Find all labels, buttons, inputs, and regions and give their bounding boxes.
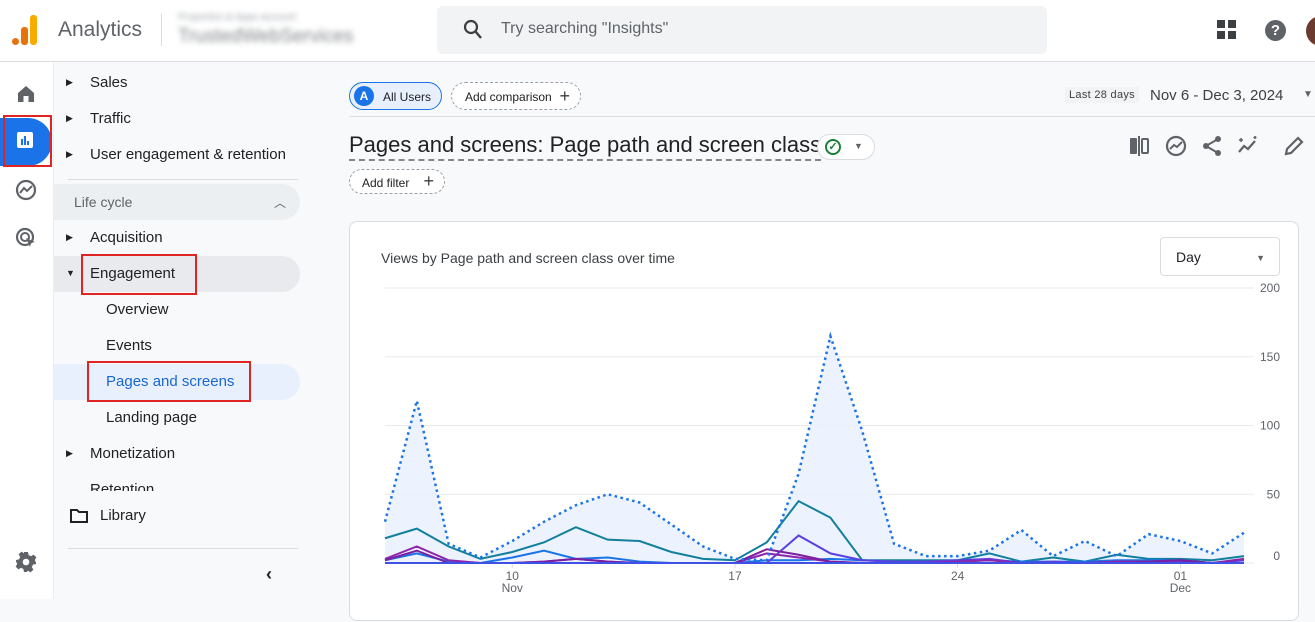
plus-icon: + xyxy=(423,171,434,191)
caret-right-icon: ▶ xyxy=(66,448,73,458)
chart-card: 0 50 100 150 200 10 Nov 17 24 01 Dec Views by Page… xyxy=(349,221,1299,621)
add-filter-button[interactable]: Add filter + xyxy=(349,169,445,194)
analytics-logo[interactable] xyxy=(12,15,38,45)
add-comparison-button[interactable]: Add comparison + xyxy=(451,82,581,110)
segment-label: All Users xyxy=(383,90,432,104)
y-tick-label: 0 xyxy=(1273,549,1280,563)
x-tick-sublabel: Nov xyxy=(502,581,523,595)
nav-item-landing-page[interactable]: Landing page xyxy=(54,400,300,436)
nav-item-traffic[interactable]: ▶ Traffic xyxy=(54,101,300,137)
nav-label: Landing page xyxy=(106,409,197,426)
nav-item-events[interactable]: Events xyxy=(54,328,300,364)
date-range-picker[interactable]: Nov 6 - Dec 3, 2024 xyxy=(1150,87,1283,104)
caret-right-icon: ▶ xyxy=(66,149,73,159)
compare-columns-icon[interactable] xyxy=(1127,134,1151,158)
x-tick-label: 17 xyxy=(728,569,742,583)
avatar[interactable] xyxy=(1306,16,1315,46)
nav-label: Overview xyxy=(106,301,169,318)
caret-right-icon: ▶ xyxy=(66,232,73,242)
app-name: Analytics xyxy=(58,18,143,41)
granularity-value: Day xyxy=(1176,249,1201,265)
nav-item-monetization[interactable]: ▶ Monetization xyxy=(54,436,300,472)
x-tick-label: 24 xyxy=(951,569,965,583)
nav-label: Events xyxy=(106,337,152,354)
y-tick-label: 50 xyxy=(1267,487,1281,501)
left-rail xyxy=(0,62,53,599)
share-icon[interactable] xyxy=(1200,134,1224,158)
total-area xyxy=(385,336,1244,563)
divider xyxy=(161,14,162,46)
search-bar[interactable]: Try searching "Insights" xyxy=(437,6,1047,54)
date-preset-tag: Last 28 days xyxy=(1065,87,1139,103)
help-icon[interactable]: ? xyxy=(1265,20,1286,41)
segment-badge: A xyxy=(354,86,374,106)
page-title[interactable]: Pages and screens: Page path and screen … xyxy=(349,132,822,161)
home-icon[interactable] xyxy=(14,82,38,106)
divider xyxy=(68,179,298,180)
settings-gear-icon[interactable] xyxy=(14,550,38,574)
nav-item-retention[interactable]: Retention xyxy=(90,481,190,491)
y-tick-label: 150 xyxy=(1260,350,1280,364)
account-selector[interactable]: Properties & Apps account TrustedWebServ… xyxy=(178,10,418,50)
nav-label: Acquisition xyxy=(90,229,163,246)
nav-label: Traffic xyxy=(90,110,131,127)
chevron-up-icon: ︿ xyxy=(273,196,286,210)
nav-label: Sales xyxy=(90,74,128,91)
edit-pencil-icon[interactable] xyxy=(1282,134,1306,158)
divider xyxy=(349,116,1315,117)
y-tick-label: 100 xyxy=(1260,419,1280,433)
line-chart: 05010015020010Nov17 24 01Dec xyxy=(383,281,1281,595)
report-content: A All Users Add comparison + Last 28 day… xyxy=(315,62,1315,621)
insights-icon[interactable] xyxy=(1164,134,1188,158)
add-filter-label: Add filter xyxy=(362,176,410,190)
nav-item-acquisition[interactable]: ▶ Acquisition xyxy=(54,220,300,256)
highlight-box xyxy=(3,115,52,167)
granularity-select[interactable]: Day ▼ xyxy=(1160,237,1280,276)
nav-label: Library xyxy=(100,507,146,524)
reports-nav: ▶ Sales ▶ Traffic ▶ User engagement & reten… xyxy=(53,62,315,599)
highlight-box xyxy=(81,254,197,295)
section-label: Life cycle xyxy=(74,194,133,210)
caret-right-icon: ▶ xyxy=(66,113,73,123)
apps-grid-icon[interactable] xyxy=(1217,20,1237,40)
caret-down-icon: ▼ xyxy=(1256,253,1265,263)
highlight-box xyxy=(87,361,251,402)
explore-icon[interactable] xyxy=(14,178,38,202)
account-name: Properties & Apps account xyxy=(178,12,296,23)
caret-right-icon: ▶ xyxy=(66,77,73,87)
nav-label: Monetization xyxy=(90,445,176,462)
advertising-icon[interactable] xyxy=(14,226,38,250)
search-icon xyxy=(463,19,482,39)
collapse-nav-chevron-left-icon[interactable]: ‹ xyxy=(266,564,272,585)
folder-icon xyxy=(70,509,88,523)
segment-all-users-chip[interactable]: A All Users xyxy=(349,82,442,110)
check-circle-icon: ✓ xyxy=(825,139,841,155)
nav-section-life-cycle[interactable]: Life cycle ︿ xyxy=(54,184,300,220)
caret-down-icon: ▼ xyxy=(66,268,75,278)
caret-down-icon: ▼ xyxy=(854,141,863,151)
x-tick-sublabel: Dec xyxy=(1170,581,1191,595)
trend-sparkle-icon[interactable] xyxy=(1236,134,1260,158)
nav-item-overview[interactable]: Overview xyxy=(54,292,300,328)
divider xyxy=(68,548,298,549)
chart-title: Views by Page path and screen class over… xyxy=(381,250,675,266)
top-bar: Analytics Properties & Apps account Trus… xyxy=(0,0,1315,62)
nav-label: User engagement & retention xyxy=(90,146,286,163)
add-comparison-label: Add comparison xyxy=(465,90,552,104)
caret-down-icon[interactable]: ▼ xyxy=(1303,89,1313,100)
report-status-dropdown[interactable]: ✓ ▼ xyxy=(817,134,875,160)
plus-icon: + xyxy=(559,86,570,106)
nav-item-sales[interactable]: ▶ Sales xyxy=(54,65,300,101)
property-name: TrustedWebServices xyxy=(178,26,354,47)
nav-item-user-engagement[interactable]: ▶ User engagement & retention xyxy=(54,137,300,173)
search-input[interactable]: Try searching "Insights" xyxy=(501,20,668,38)
y-tick-label: 200 xyxy=(1260,281,1280,295)
